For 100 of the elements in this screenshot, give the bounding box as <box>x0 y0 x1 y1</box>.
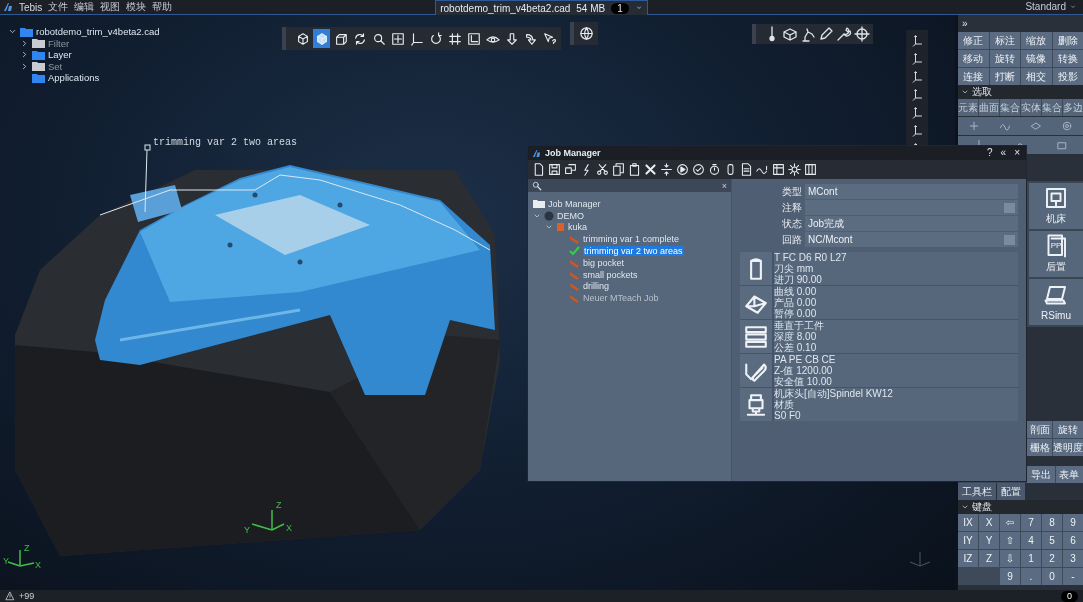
keypad-key[interactable]: ⇧ <box>1000 532 1020 549</box>
view-button[interactable]: 旋转 <box>1053 421 1083 438</box>
filter-button[interactable]: 元素 <box>958 99 978 116</box>
status-message: +99 <box>19 591 35 601</box>
edit-button[interactable]: 删除 <box>1052 32 1083 49</box>
info-text: T FC D6 R0 L27 <box>774 252 848 263</box>
keypad-key[interactable]: 1 <box>1021 550 1041 567</box>
module-button[interactable]: RSimu <box>1029 279 1083 325</box>
tree-item[interactable]: trimming var 1 complete <box>583 234 680 245</box>
edit-button[interactable]: 修正 <box>958 32 989 49</box>
edit-button[interactable]: 缩放 <box>1021 32 1052 49</box>
collapse-button[interactable]: » <box>962 18 968 29</box>
info-text: PA PE CB CE <box>774 354 837 365</box>
edit-button[interactable]: 打断 <box>989 68 1020 85</box>
keypad-key[interactable]: 0 <box>1042 568 1062 585</box>
annotation-label: trimming var 2 two areas <box>153 137 298 148</box>
output-button[interactable]: 导出 <box>1027 466 1055 483</box>
view-button[interactable]: 透明度 <box>1053 439 1083 456</box>
tree-item[interactable]: Job Manager <box>548 198 601 209</box>
filter-button[interactable]: 实体 <box>1021 99 1041 116</box>
view-button[interactable]: 栅格 <box>1027 439 1052 456</box>
property-field[interactable]: NC/Mcont <box>805 232 1018 247</box>
keypad-key[interactable]: ⇦ <box>1000 514 1020 531</box>
property-label: 状态 <box>781 217 802 231</box>
axis-label: Z <box>276 500 282 510</box>
info-text: 安全值 10.00 <box>774 376 833 387</box>
view-button[interactable]: 剖面 <box>1027 421 1052 438</box>
info-text: 材质 <box>774 399 794 410</box>
tree-item[interactable]: drilling <box>583 281 609 292</box>
tree-item[interactable]: Layer <box>48 49 72 61</box>
window-button[interactable]: « <box>998 147 1009 159</box>
menu-item[interactable]: 模块 <box>126 1 147 13</box>
tree-item[interactable]: robotdemo_trim_v4beta2.cad <box>36 26 160 38</box>
edit-button[interactable]: 移动 <box>958 50 989 67</box>
edit-button[interactable]: 转换 <box>1052 50 1083 67</box>
filter-button[interactable]: 曲面 <box>979 99 999 116</box>
edit-button[interactable]: 旋转 <box>989 50 1020 67</box>
panel-tab[interactable]: 配置 <box>997 483 1025 500</box>
keypad-key[interactable]: IZ <box>958 550 978 567</box>
property-label: 注释 <box>781 201 802 215</box>
module-button[interactable]: 机床 <box>1029 183 1083 229</box>
tree-item[interactable]: kuka <box>568 222 587 233</box>
output-button[interactable]: 表单 <box>1055 466 1083 483</box>
clear-button[interactable]: × <box>721 180 727 191</box>
document-tab[interactable]: robotdemo_trim_v4beta2.cad 54 MB 1 <box>435 0 648 15</box>
keypad-key[interactable]: 2 <box>1042 550 1062 567</box>
keypad-key[interactable]: 5 <box>1042 532 1062 549</box>
keypad-key[interactable]: 6 <box>1063 532 1083 549</box>
menu-item[interactable]: 视图 <box>100 1 121 13</box>
tree-item[interactable]: Applications <box>48 72 100 84</box>
section-title: 键盘 <box>972 500 992 514</box>
edit-button[interactable]: 投影 <box>1052 68 1083 85</box>
property-label: 类型 <box>781 185 802 199</box>
keypad-key[interactable]: X <box>979 514 999 531</box>
keypad-key[interactable]: Y <box>979 532 999 549</box>
axis-label: Z <box>24 543 30 553</box>
keypad-key[interactable]: 7 <box>1021 514 1041 531</box>
edit-button[interactable]: 镜像 <box>1021 50 1052 67</box>
window-button[interactable]: ? <box>985 147 995 159</box>
info-text: 垂直于工件 <box>774 320 825 331</box>
section-title: 选取 <box>972 85 992 99</box>
module-button[interactable]: PP 后置 <box>1029 231 1083 277</box>
edit-button[interactable]: 标注 <box>989 32 1020 49</box>
info-text: 刀尖 mm <box>774 263 815 274</box>
info-text: 曲线 0.00 <box>774 286 818 297</box>
filter-button[interactable]: 多边 <box>1063 99 1083 116</box>
filter-button[interactable]: 集合 <box>1000 99 1020 116</box>
window-button[interactable]: × <box>1012 147 1022 159</box>
app-name: Tebis <box>19 1 43 13</box>
layout-dropdown[interactable]: Standard <box>1025 1 1066 13</box>
menu-item[interactable]: 编辑 <box>74 1 95 13</box>
tree-item[interactable]: small pockets <box>583 269 638 280</box>
keypad-key[interactable]: - <box>1063 568 1083 585</box>
keypad-key[interactable]: 4 <box>1021 532 1041 549</box>
tree-item[interactable]: DEMO <box>557 210 584 221</box>
property-label: 回路 <box>781 233 802 247</box>
keypad-key[interactable]: . <box>1021 568 1041 585</box>
keypad-key[interactable]: ⇩ <box>1000 550 1020 567</box>
keypad-key[interactable]: 9 <box>1063 514 1083 531</box>
keypad-key[interactable]: 8 <box>1042 514 1062 531</box>
panel-tab[interactable]: 工具栏 <box>958 483 996 500</box>
info-text: S0 F0 <box>774 410 802 421</box>
filter-button[interactable]: 集合 <box>1042 99 1062 116</box>
edit-button[interactable]: 连接 <box>958 68 989 85</box>
info-text: 公差 0.10 <box>774 342 818 353</box>
info-text: 进刀 90.00 <box>774 274 823 285</box>
info-text: 深度 8.00 <box>774 331 818 342</box>
menu-item[interactable]: 帮助 <box>152 1 173 13</box>
keypad-key[interactable]: IY <box>958 532 978 549</box>
tree-item[interactable]: trimming var 2 two areas <box>583 246 684 257</box>
search-field[interactable]: × <box>528 179 731 192</box>
keypad-key[interactable]: 9 <box>1000 568 1020 585</box>
edit-button[interactable]: 相交 <box>1021 68 1052 85</box>
keypad-key[interactable]: IX <box>958 514 978 531</box>
menu-item[interactable]: 文件 <box>48 1 69 13</box>
property-field[interactable]: Job完成 <box>805 216 1018 231</box>
keypad-key[interactable]: Z <box>979 550 999 567</box>
property-field[interactable]: MCont <box>805 184 1018 199</box>
keypad-key[interactable]: 3 <box>1063 550 1083 567</box>
tree-item[interactable]: big pocket <box>583 257 625 268</box>
